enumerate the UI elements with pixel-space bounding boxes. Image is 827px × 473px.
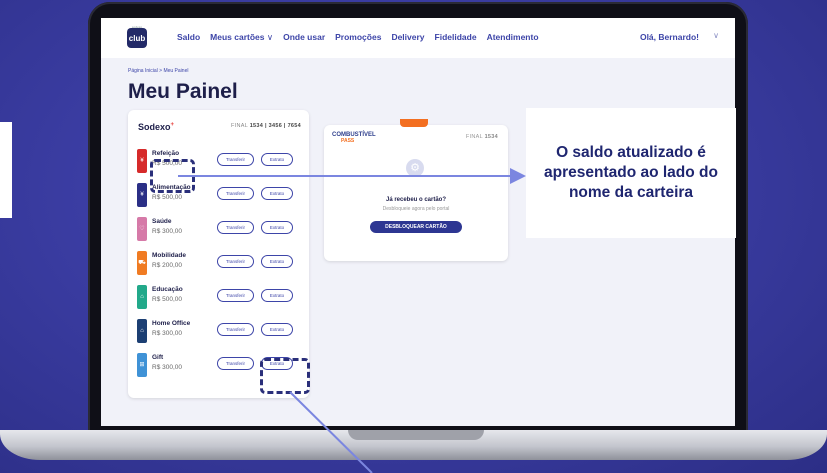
annotation-arrows <box>178 168 526 473</box>
arrow-head-icon <box>510 168 526 184</box>
arrow-line-to-statement <box>289 391 373 473</box>
